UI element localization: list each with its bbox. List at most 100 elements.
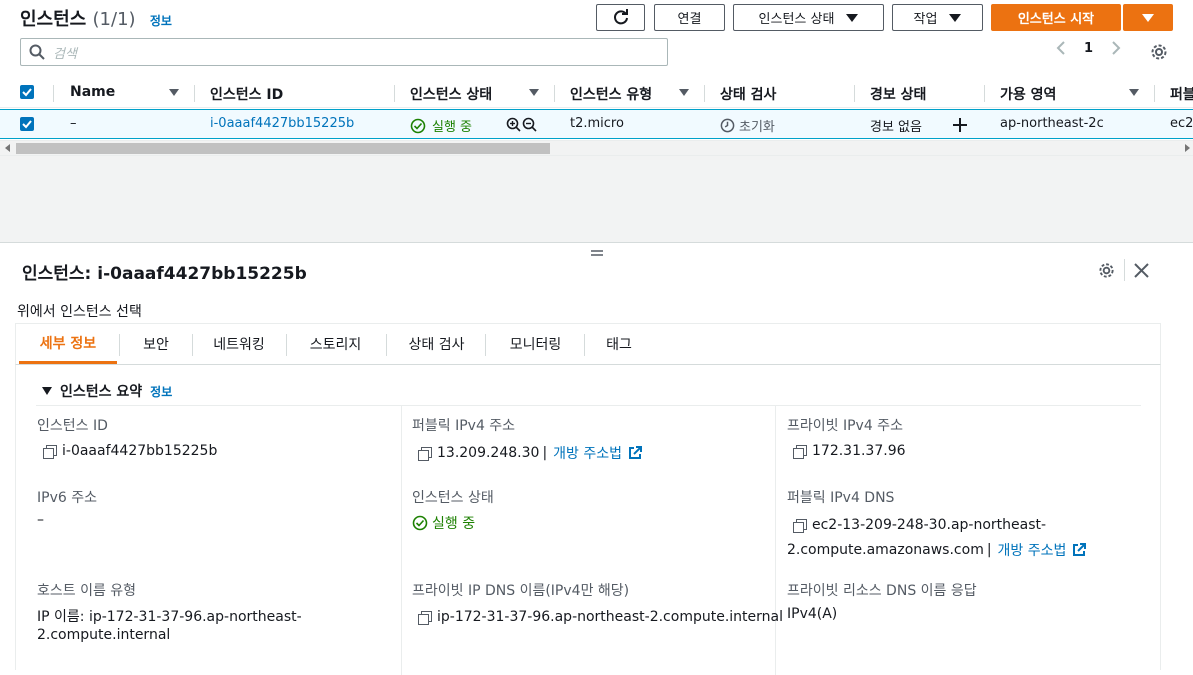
- scroll-right-icon[interactable]: [1183, 144, 1191, 152]
- sort-icon[interactable]: [679, 89, 689, 96]
- column-instance-type[interactable]: 인스턴스 유형: [570, 84, 652, 104]
- tab-storage[interactable]: 스토리지: [288, 324, 383, 364]
- column-divider: [394, 85, 395, 102]
- detail-title: 인스턴스: i-0aaaf4427bb15225b: [22, 264, 307, 284]
- search-icon: [29, 44, 45, 60]
- success-check-icon: [412, 515, 428, 531]
- column-instance-id[interactable]: 인스턴스 ID: [210, 84, 283, 104]
- status-check-text: 초기화: [739, 120, 775, 135]
- public-dns-label: 퍼블릭 IPv4 DNS: [787, 490, 895, 506]
- public-dns-line1: ec2-13-209-248-30.ap-northeast-: [793, 517, 1046, 533]
- copy-icon[interactable]: [793, 444, 807, 459]
- caret-down-icon: [1142, 13, 1154, 22]
- divider: [1124, 259, 1125, 281]
- selection-count: (1/1): [92, 9, 136, 30]
- select-all-checkbox[interactable]: [20, 85, 34, 99]
- sort-icon[interactable]: [169, 89, 179, 96]
- caret-down-icon: [42, 387, 52, 395]
- open-address-link[interactable]: 개방 주소법: [998, 540, 1067, 560]
- hostname-type-label: 호스트 이름 유형: [37, 583, 137, 599]
- actions-dropdown[interactable]: 작업: [892, 4, 983, 31]
- cell-alarm-status: 경보 없음: [870, 120, 922, 135]
- scroll-thumb[interactable]: [16, 143, 550, 154]
- tab-status-checks[interactable]: 상태 검사: [388, 324, 485, 364]
- cell-status-check: 초기화: [720, 116, 775, 135]
- column-name[interactable]: Name: [70, 84, 115, 100]
- instance-id-text: i-0aaaf4427bb15225b: [62, 443, 218, 459]
- column-instance-state[interactable]: 인스턴스 상태: [410, 84, 492, 104]
- caret-down-icon: [846, 13, 859, 22]
- copy-icon[interactable]: [793, 518, 807, 533]
- tab-monitoring[interactable]: 모니터링: [487, 324, 584, 364]
- tab-divider: [192, 334, 193, 356]
- sort-icon[interactable]: [529, 89, 539, 96]
- public-dns-text-2: 2.compute.amazonaws.com: [787, 542, 984, 558]
- close-icon[interactable]: [1134, 263, 1149, 278]
- tab-security[interactable]: 보안: [121, 324, 191, 364]
- instance-state-dropdown[interactable]: 인스턴스 상태: [733, 4, 884, 31]
- zoom-in-icon[interactable]: [506, 117, 522, 133]
- empty-area: [0, 156, 1193, 242]
- ipv6-value: –: [37, 512, 44, 528]
- private-dns-text: ip-172-31-37-96.ap-northeast-2.compute.i…: [437, 609, 783, 625]
- column-divider: [775, 405, 776, 675]
- instance-id-label: 인스턴스 ID: [37, 418, 108, 434]
- cell-instance-type: t2.micro: [570, 116, 624, 131]
- copy-icon[interactable]: [418, 610, 432, 625]
- tab-divider: [286, 334, 287, 356]
- copy-icon[interactable]: [418, 446, 432, 461]
- scroll-left-icon[interactable]: [4, 144, 12, 152]
- search-box[interactable]: 검색: [20, 38, 668, 66]
- search-input[interactable]: 검색: [53, 43, 77, 62]
- column-availability-zone[interactable]: 가용 영역: [1000, 84, 1056, 104]
- info-link[interactable]: 정보: [150, 14, 172, 28]
- divider: [36, 405, 1141, 406]
- private-dns-value: ip-172-31-37-96.ap-northeast-2.compute.i…: [418, 609, 783, 625]
- column-status-check[interactable]: 상태 검사: [720, 84, 776, 104]
- column-divider: [984, 85, 985, 102]
- info-link[interactable]: 정보: [150, 383, 172, 400]
- public-ipv4-label: 퍼블릭 IPv4 주소: [412, 418, 516, 434]
- cell-instance-state: 실행 중: [410, 116, 472, 135]
- state-text: 실행 중: [432, 120, 473, 135]
- external-link-icon[interactable]: [1072, 543, 1087, 557]
- public-ipv4-value: 13.209.248.30 | 개방 주소법: [418, 443, 643, 463]
- connect-button[interactable]: 연결: [654, 4, 725, 31]
- caret-down-icon: [949, 13, 962, 22]
- chevron-right-icon[interactable]: [1111, 40, 1121, 56]
- column-public[interactable]: 퍼블: [1170, 84, 1193, 104]
- row-checkbox[interactable]: [20, 117, 34, 131]
- state-text: 실행 중: [432, 516, 476, 532]
- refresh-button[interactable]: [596, 4, 645, 31]
- table-row[interactable]: – i-0aaaf4427bb15225b 실행 중 t2.micro 초기화 …: [0, 109, 1193, 139]
- tab-networking[interactable]: 네트워킹: [194, 324, 284, 364]
- column-divider: [704, 85, 705, 102]
- instances-list-panel: 인스턴스 (1/1) 정보 연결 인스턴스 상태 작업 인스턴스 시작 검색 1: [0, 0, 1193, 242]
- open-address-link[interactable]: 개방 주소법: [553, 443, 622, 463]
- private-ipv4-value: 172.31.37.96: [793, 443, 906, 459]
- column-alarm-status[interactable]: 경보 상태: [870, 84, 926, 104]
- instance-summary-header[interactable]: 인스턴스 요약 정보: [42, 381, 172, 401]
- external-link-icon[interactable]: [628, 446, 643, 460]
- cell-public: ec2: [1170, 116, 1193, 131]
- private-resource-dns-value: IPv4(A): [787, 606, 838, 622]
- launch-instance-button[interactable]: 인스턴스 시작: [991, 4, 1121, 31]
- gear-icon[interactable]: [1098, 262, 1115, 279]
- gear-icon[interactable]: [1150, 43, 1168, 61]
- tab-tags[interactable]: 태그: [586, 324, 652, 364]
- launch-dropdown-button[interactable]: [1123, 4, 1173, 31]
- copy-icon[interactable]: [43, 444, 57, 459]
- state-label: 인스턴스 상태: [412, 490, 494, 506]
- success-check-icon: [410, 118, 426, 133]
- horizontal-scrollbar[interactable]: [0, 140, 1193, 156]
- chevron-left-icon[interactable]: [1056, 40, 1066, 56]
- refresh-icon: [613, 8, 628, 24]
- page-number[interactable]: 1: [1084, 41, 1093, 56]
- add-alarm-icon[interactable]: [952, 117, 968, 133]
- zoom-out-icon[interactable]: [522, 117, 538, 133]
- resize-handle-icon[interactable]: [590, 249, 604, 257]
- cell-instance-id-link[interactable]: i-0aaaf4427bb15225b: [210, 116, 354, 131]
- tab-details[interactable]: 세부 정보: [19, 324, 117, 364]
- sort-icon[interactable]: [1129, 89, 1139, 96]
- column-divider: [194, 85, 195, 102]
